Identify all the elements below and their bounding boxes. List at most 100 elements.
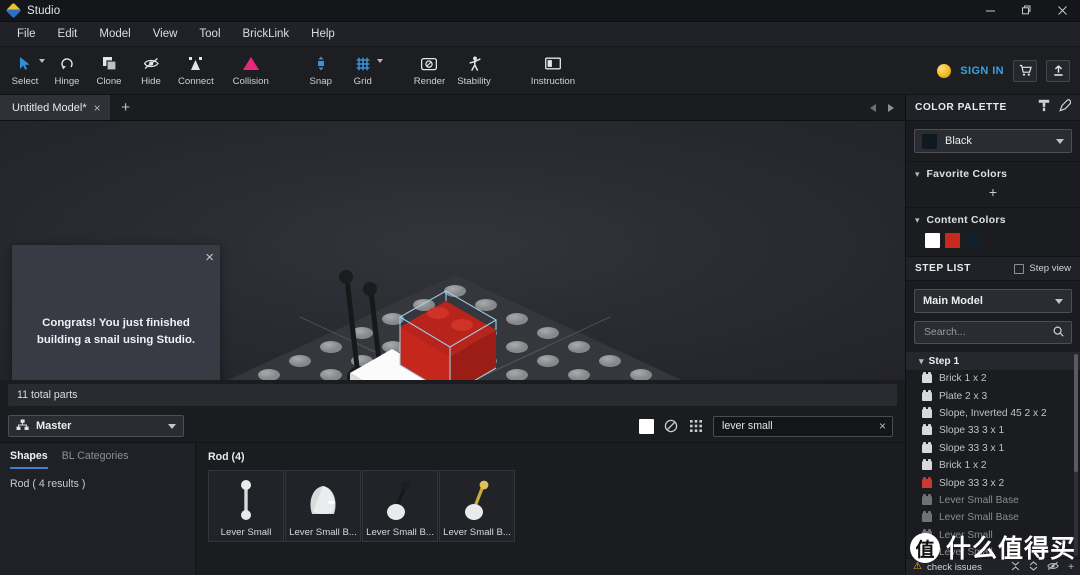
step-part-label: Lever Small xyxy=(939,547,993,558)
step-part-row[interactable]: Brick 1 x 2 xyxy=(906,370,1080,387)
sign-in-button[interactable]: SIGN IN xyxy=(960,65,1004,77)
connect-icon xyxy=(187,54,204,73)
content-colors-label: Content Colors xyxy=(926,215,1006,226)
chevron-down-icon[interactable]: ▾ xyxy=(915,215,920,226)
part-tile[interactable]: Lever Small B... xyxy=(439,470,515,542)
tool-label: Render xyxy=(413,76,446,87)
chevron-down-icon[interactable]: ▾ xyxy=(919,356,924,367)
part-search-input[interactable]: lever small × xyxy=(713,415,893,437)
step-part-row[interactable]: Plate 2 x 3 xyxy=(906,387,1080,404)
eyedropper-icon[interactable] xyxy=(1059,98,1072,117)
content-color-swatches xyxy=(915,226,1071,248)
step-list-content[interactable]: ▾ Step 1 Brick 1 x 2 Plate 2 x 3 Slope, In… xyxy=(906,352,1080,558)
magnifier-icon[interactable] xyxy=(1053,325,1064,340)
step-part-row[interactable]: Slope 33 3 x 1 xyxy=(906,440,1080,457)
shapes-column: Shapes BL Categories Rod ( 4 results ) xyxy=(0,443,196,575)
tool-hide[interactable]: Hide xyxy=(130,48,172,94)
step-part-label: Lever Small Base xyxy=(939,512,1019,524)
chevron-down-icon[interactable] xyxy=(168,423,176,429)
part-tile[interactable]: Lever Small B... xyxy=(362,470,438,542)
selected-color-dropdown[interactable]: Black xyxy=(914,129,1072,153)
model-select-dropdown[interactable]: Main Model xyxy=(914,289,1072,313)
content-colors-header[interactable]: ▾ Content Colors xyxy=(915,215,1071,226)
next-arrow-icon[interactable] xyxy=(883,99,899,117)
tab-bl-categories[interactable]: BL Categories xyxy=(62,450,129,469)
step-list-scrollbar[interactable] xyxy=(1074,354,1078,556)
tool-grid[interactable]: Grid xyxy=(342,48,384,94)
3d-viewport[interactable]: × Congrats! You just finished building a… xyxy=(0,121,905,380)
tab-close-icon[interactable]: × xyxy=(94,102,101,114)
new-tab-button[interactable]: + xyxy=(111,95,141,120)
step-header-row[interactable]: ▾ Step 1 xyxy=(906,352,1080,370)
step-part-row[interactable]: Slope 33 3 x 2 xyxy=(906,474,1080,491)
snail-brick-model[interactable] xyxy=(320,261,510,380)
step-search-input[interactable]: Search... xyxy=(914,321,1072,344)
favorite-colors-header[interactable]: ▾ Favorite Colors xyxy=(915,169,1071,180)
chevron-down-icon[interactable]: ▾ xyxy=(915,169,920,180)
no-color-icon[interactable] xyxy=(663,418,679,434)
selected-color-swatch xyxy=(922,133,937,149)
check-issues-bar[interactable]: ⚠ check issues + xyxy=(906,558,1080,575)
step-view-toggle[interactable]: Step view xyxy=(1014,263,1071,274)
menu-item-model[interactable]: Model xyxy=(88,24,141,44)
shopping-cart-button[interactable] xyxy=(1013,59,1037,82)
menu-item-help[interactable]: Help xyxy=(300,24,346,44)
chevron-down-icon[interactable] xyxy=(376,58,383,63)
step-part-row[interactable]: Lever Small Base xyxy=(906,509,1080,526)
step-part-label: Lever Small Base xyxy=(939,494,1019,506)
upload-button[interactable] xyxy=(1046,59,1070,82)
tool-connect[interactable]: Connect xyxy=(172,48,220,94)
step-part-row[interactable]: Lever Small Base xyxy=(906,492,1080,509)
add-favorite-color-button[interactable]: + xyxy=(915,180,1071,199)
grid-view-icon[interactable] xyxy=(688,418,704,434)
step-search-wrap: Search... xyxy=(906,321,1080,352)
tool-render[interactable]: Render xyxy=(408,48,451,94)
color-palette-header-icons xyxy=(1038,98,1072,117)
step-part-row[interactable]: Lever Small xyxy=(906,527,1080,544)
clear-search-icon[interactable]: × xyxy=(879,419,886,433)
step-part-row[interactable]: Lever Small xyxy=(906,544,1080,558)
content-color-swatch[interactable] xyxy=(925,233,940,248)
selected-color-wrap: Black xyxy=(906,121,1080,162)
chevron-down-icon[interactable] xyxy=(1056,138,1064,144)
menu-item-tool[interactable]: Tool xyxy=(188,24,231,44)
chevron-down-icon[interactable] xyxy=(1055,298,1063,304)
menu-item-bricklink[interactable]: BrickLink xyxy=(232,24,301,44)
menu-item-view[interactable]: View xyxy=(142,24,189,44)
maximize-button[interactable] xyxy=(1008,0,1044,22)
part-tile[interactable]: Lever Small xyxy=(208,470,284,542)
tool-instruction[interactable]: Instruction xyxy=(525,48,581,94)
paint-fill-icon[interactable] xyxy=(1038,99,1050,117)
collapse-vertical-icon[interactable] xyxy=(1011,561,1020,574)
scrollbar-thumb[interactable] xyxy=(1074,354,1078,472)
step-part-row[interactable]: Slope, Inverted 45 2 x 2 xyxy=(906,405,1080,422)
tab-shapes[interactable]: Shapes xyxy=(10,450,48,469)
dialog-close-button[interactable]: × xyxy=(205,250,214,265)
step-part-row[interactable]: Brick 1 x 2 xyxy=(906,457,1080,474)
minimize-button[interactable] xyxy=(972,0,1008,22)
tool-hinge[interactable]: Hinge xyxy=(46,48,88,94)
tool-select[interactable]: Select xyxy=(4,48,46,94)
chevron-down-icon[interactable] xyxy=(39,58,45,63)
close-button[interactable] xyxy=(1044,0,1080,22)
plus-icon[interactable]: + xyxy=(1068,562,1074,573)
tool-snap[interactable]: Snap xyxy=(300,48,342,94)
step-view-checkbox[interactable] xyxy=(1014,263,1025,274)
tool-clone[interactable]: Clone xyxy=(88,48,130,94)
expand-vertical-icon[interactable] xyxy=(1029,560,1038,574)
content-color-swatch[interactable] xyxy=(965,233,980,248)
content-color-swatch[interactable] xyxy=(945,233,960,248)
tool-stability[interactable]: Stability xyxy=(451,48,497,94)
tool-collision[interactable]: Collision xyxy=(220,48,282,94)
hinge-rotate-icon xyxy=(60,54,75,73)
app-title: Studio xyxy=(27,4,61,17)
tab-untitled-model[interactable]: Untitled Model* × xyxy=(0,95,111,120)
eye-slash-icon[interactable] xyxy=(1047,561,1059,574)
prev-arrow-icon[interactable] xyxy=(865,99,881,117)
part-tile[interactable]: Lever Small B... xyxy=(285,470,361,542)
menu-item-file[interactable]: File xyxy=(6,24,47,44)
palette-select-master[interactable]: Master xyxy=(8,415,184,437)
menu-item-edit[interactable]: Edit xyxy=(47,24,89,44)
step-part-row[interactable]: Slope 33 3 x 1 xyxy=(906,422,1080,439)
color-swatch-white[interactable] xyxy=(639,418,654,434)
